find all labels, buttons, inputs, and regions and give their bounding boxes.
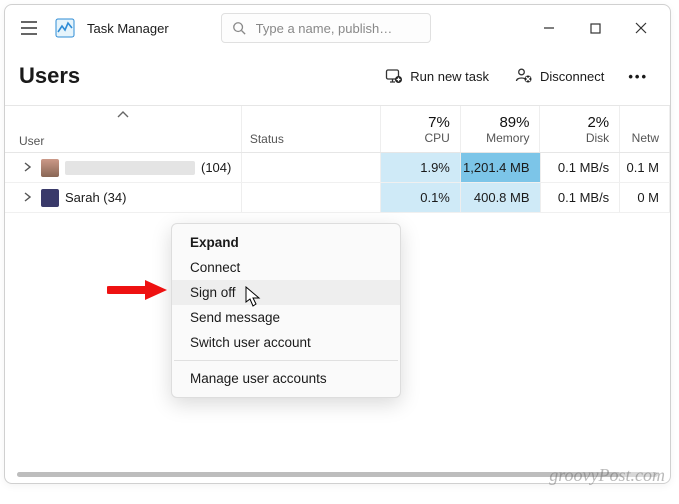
menu-connect[interactable]: Connect <box>172 255 400 280</box>
menu-switch-user[interactable]: Switch user account <box>172 330 400 355</box>
disk-percent: 2% <box>587 114 609 131</box>
page-title: Users <box>19 63 80 89</box>
menu-manage-users[interactable]: Manage user accounts <box>172 366 400 391</box>
scrollbar-thumb[interactable] <box>17 472 620 477</box>
more-button[interactable]: ••• <box>620 63 656 90</box>
disk-label: Disk <box>586 131 609 145</box>
cpu-label: CPU <box>424 131 449 145</box>
user-cell: (104) <box>5 153 242 182</box>
user-cell: Sarah (34) <box>5 183 242 212</box>
task-manager-window: Task Manager Type a name, publish… <box>4 4 671 484</box>
window-controls <box>526 5 664 51</box>
expand-caret-icon[interactable] <box>23 160 35 175</box>
close-icon <box>635 22 647 34</box>
menu-send-message[interactable]: Send message <box>172 305 400 330</box>
user-name: Sarah (34) <box>65 190 126 205</box>
hamburger-icon <box>20 21 38 35</box>
disk-cell: 0.1 MB/s <box>541 183 621 212</box>
expand-caret-icon[interactable] <box>23 190 35 205</box>
watermark: groovyPost.com <box>549 465 665 486</box>
column-disk[interactable]: 2% Disk <box>540 106 620 152</box>
column-status-label: Status <box>250 132 284 146</box>
memory-cell: 400.8 MB <box>461 183 541 212</box>
column-user-label: User <box>19 134 44 148</box>
maximize-button[interactable] <box>572 5 618 51</box>
avatar <box>41 189 59 207</box>
menu-sign-off[interactable]: Sign off <box>172 280 400 305</box>
user-count: (104) <box>201 160 231 175</box>
user-name-redacted <box>65 161 195 175</box>
table-header: User Status 7% CPU 89% Memory 2% Disk Ne… <box>5 105 670 153</box>
search-placeholder: Type a name, publish… <box>256 21 393 36</box>
annotation-arrow-icon <box>107 278 167 302</box>
search-icon <box>232 21 246 35</box>
menu-separator <box>174 360 398 361</box>
column-memory[interactable]: 89% Memory <box>461 106 541 152</box>
cpu-cell: 1.9% <box>381 153 461 182</box>
disconnect-icon <box>515 67 533 85</box>
network-percent <box>655 114 659 131</box>
sort-chevron-icon <box>116 108 130 122</box>
memory-label: Memory <box>486 131 529 145</box>
maximize-icon <box>590 23 601 34</box>
avatar <box>41 159 59 177</box>
network-cell: 0.1 M <box>620 153 670 182</box>
cpu-percent: 7% <box>428 114 450 131</box>
column-status[interactable]: Status <box>242 106 381 152</box>
column-user[interactable]: User <box>5 106 242 152</box>
toolbar: Users Run new task <box>5 51 670 105</box>
column-cpu[interactable]: 7% CPU <box>381 106 461 152</box>
status-cell <box>242 183 381 212</box>
memory-percent: 89% <box>499 114 529 131</box>
context-menu: Expand Connect Sign off Send message Swi… <box>171 223 401 398</box>
table-row[interactable]: (104) 1.9% 1,201.4 MB 0.1 MB/s 0.1 M <box>5 153 670 183</box>
cpu-cell: 0.1% <box>381 183 461 212</box>
app-title: Task Manager <box>87 21 169 36</box>
app-icon <box>53 16 77 40</box>
search-input[interactable]: Type a name, publish… <box>221 13 431 43</box>
minimize-icon <box>543 22 555 34</box>
network-label: Netw <box>632 131 659 145</box>
disconnect-button[interactable]: Disconnect <box>505 61 614 91</box>
more-icon: ••• <box>628 69 648 84</box>
column-network[interactable]: Netw <box>620 106 670 152</box>
minimize-button[interactable] <box>526 5 572 51</box>
hamburger-button[interactable] <box>11 10 47 46</box>
status-cell <box>242 153 381 182</box>
run-new-task-label: Run new task <box>410 69 489 84</box>
disconnect-label: Disconnect <box>540 69 604 84</box>
close-button[interactable] <box>618 5 664 51</box>
menu-expand[interactable]: Expand <box>172 230 400 255</box>
memory-cell: 1,201.4 MB <box>461 153 541 182</box>
run-new-task-icon <box>385 67 403 85</box>
run-new-task-button[interactable]: Run new task <box>375 61 499 91</box>
table-row[interactable]: Sarah (34) 0.1% 400.8 MB 0.1 MB/s 0 M <box>5 183 670 213</box>
disk-cell: 0.1 MB/s <box>541 153 621 182</box>
network-cell: 0 M <box>620 183 670 212</box>
titlebar: Task Manager Type a name, publish… <box>5 5 670 51</box>
